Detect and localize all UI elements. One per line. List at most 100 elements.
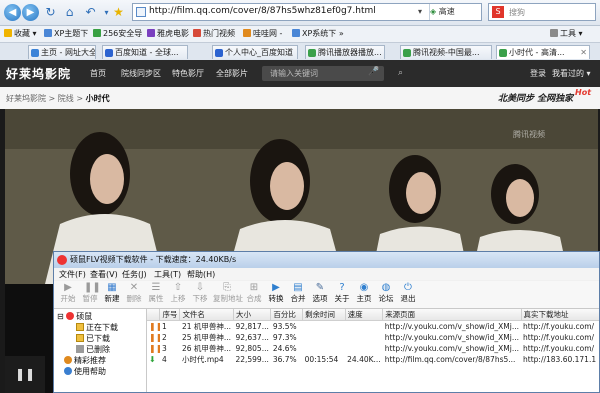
browser-search-box[interactable]: S 搜狗 xyxy=(488,3,596,21)
start-button[interactable]: ▶ 开始 xyxy=(57,282,79,307)
address-bar[interactable]: http://film.qq.com/cover/8/87hs5whz81ef0… xyxy=(132,3,482,21)
table-row[interactable]: ⬇ 4 小时代.mp4 22,599... 36.7% 00:15:54 24.… xyxy=(147,354,599,365)
col-index[interactable]: 序号 xyxy=(159,309,181,321)
new-task-button[interactable]: ▦ 新建 xyxy=(101,282,123,307)
paused-icon: ❚❚ xyxy=(149,333,160,342)
recommend-icon xyxy=(64,356,72,364)
col-size[interactable]: 大小 xyxy=(233,309,272,321)
folder-icon xyxy=(76,334,84,342)
cell-speed xyxy=(345,332,383,343)
bookmark-item[interactable]: 雅虎电影 xyxy=(147,28,189,40)
downloader-titlebar[interactable]: 硕鼠FLV视频下载软件 - 下载速度：24.40KB/s xyxy=(54,252,599,268)
tree-downloading[interactable]: 正在下载 xyxy=(76,322,118,333)
col-source[interactable]: 来源页面 xyxy=(382,309,522,321)
site-search-input[interactable]: 请输入关键词 🎤 xyxy=(262,66,384,81)
breadcrumb-section[interactable]: 院线 xyxy=(58,94,74,103)
col-real-url[interactable]: 真实下载地址 xyxy=(521,309,599,321)
pause-task-button[interactable]: ❚❚ 暂停 xyxy=(79,282,101,307)
tree-downloaded[interactable]: 已下载 xyxy=(76,333,110,344)
star-icon[interactable]: ★ xyxy=(110,4,127,21)
app-icon xyxy=(57,255,67,265)
address-dropdown-icon[interactable]: ▾ xyxy=(413,4,427,20)
bookmark-label: 雅虎电影 xyxy=(157,29,189,38)
bookmark-item[interactable]: 哇哇网 - xyxy=(243,28,282,40)
homepage-button[interactable]: ◉ 主页 xyxy=(353,282,375,307)
cell-source: http://film.qq.com/cover/8/87hs5... xyxy=(384,355,516,364)
convert-label: 转换 xyxy=(268,294,284,303)
nav-theater-sync[interactable]: 院线同步区 xyxy=(121,68,161,79)
menu-task[interactable]: 任务(J) xyxy=(122,269,147,280)
menu-file[interactable]: 文件(F) xyxy=(59,269,86,280)
tab-label: 腾讯视频-中国最... xyxy=(413,48,480,57)
tools-menu[interactable]: 工具 ▾ xyxy=(550,28,583,40)
table-row[interactable]: ❚❚ 3 26 机甲兽神... 92,805... 24.6% http://v… xyxy=(147,343,599,354)
undo-icon[interactable]: ↶ xyxy=(82,4,99,21)
pause-button[interactable]: ❚❚ xyxy=(5,356,45,393)
cell-remaining xyxy=(303,332,346,343)
copy-url-icon: ⎘ xyxy=(223,282,231,293)
nav-featured[interactable]: 特色影厅 xyxy=(172,68,204,79)
copy-url-button[interactable]: ⎘ 复制地址 xyxy=(213,282,243,307)
history-menu[interactable]: 我看过的 ▾ xyxy=(552,68,591,79)
menu-help[interactable]: 帮助(H) xyxy=(187,269,215,280)
bookmark-item[interactable]: XP系统下 » xyxy=(292,28,344,40)
col-percent[interactable]: 百分比 xyxy=(270,309,304,321)
options-button[interactable]: ✎ 选项 xyxy=(309,282,331,307)
menu-tools[interactable]: 工具(T) xyxy=(154,269,181,280)
tree-deleted-label: 已删除 xyxy=(86,345,110,354)
col-remaining[interactable]: 剩余时间 xyxy=(302,309,346,321)
tab[interactable]: 腾讯视频-中国最... xyxy=(400,45,492,59)
bookmark-item[interactable]: XP主题下 xyxy=(44,28,88,40)
tree-root[interactable]: ⊟ 硕鼠 xyxy=(57,311,92,322)
tab-close-icon[interactable]: ✕ xyxy=(580,46,587,59)
table-row[interactable]: ❚❚ 2 25 机甲兽神... 92,637... 97.3% http://v… xyxy=(147,332,599,343)
combine-button[interactable]: ▤ 合并 xyxy=(287,282,309,307)
tab[interactable]: 个人中心_百度知道 xyxy=(212,45,298,59)
tree-help[interactable]: 使用帮助 xyxy=(64,366,106,377)
exit-button[interactable]: ⏻ 退出 xyxy=(397,282,419,307)
convert-button[interactable]: ▶ 转换 xyxy=(265,282,287,307)
properties-button[interactable]: ☰ 属性 xyxy=(145,282,167,307)
site-logo[interactable]: 好莱坞影院 xyxy=(6,65,71,82)
tab-favicon-icon xyxy=(105,49,113,57)
col-status[interactable] xyxy=(147,309,161,321)
tree-deleted[interactable]: 已删除 xyxy=(76,344,110,355)
cell-source: http://v.youku.com/v_show/id_XMj... xyxy=(384,344,520,353)
tab[interactable]: 百度知道 - 全球... xyxy=(102,45,188,59)
cell-percent: 36.7% xyxy=(272,355,297,364)
tab[interactable]: 主页 - 网址大全 xyxy=(28,45,96,59)
nav-home[interactable]: 首页 xyxy=(90,68,106,79)
search-icon[interactable]: ⌕ xyxy=(398,68,403,78)
menu-view[interactable]: 查看(V) xyxy=(90,269,118,280)
cell-source: http://v.youku.com/v_show/id_XMj... xyxy=(384,333,520,342)
nav-all-movies[interactable]: 全部影片 xyxy=(216,68,248,79)
tree-recommend[interactable]: 精彩推荐 xyxy=(64,355,106,366)
home-icon[interactable]: ⌂ xyxy=(61,4,78,21)
breadcrumb-home[interactable]: 好莱坞影院 xyxy=(6,94,46,103)
microphone-icon[interactable]: 🎤 xyxy=(368,67,379,77)
move-down-button[interactable]: ⇩ 下移 xyxy=(189,282,211,307)
favorites-button[interactable]: 收藏 ▾ xyxy=(4,28,37,40)
forward-icon[interactable]: ▶ xyxy=(22,4,39,21)
category-tree: ⊟ 硕鼠 正在下载 已下载 已删除 精彩推荐 使用帮助 xyxy=(54,309,147,392)
bookmark-item[interactable]: 256安全导 xyxy=(93,28,142,40)
bookmark-icon xyxy=(147,29,155,37)
about-label: 关于 xyxy=(334,294,350,303)
go-button[interactable]: ◈ 高速 xyxy=(429,4,482,20)
tab-active[interactable]: 小时代 - 高清... ✕ xyxy=(496,45,590,59)
about-button[interactable]: ? 关于 xyxy=(331,282,353,307)
delete-button[interactable]: ✕ 删除 xyxy=(123,282,145,307)
back-icon[interactable]: ◀ xyxy=(4,4,21,21)
move-up-button[interactable]: ⇧ 上移 xyxy=(167,282,189,307)
refresh-icon[interactable]: ↻ xyxy=(42,4,59,21)
col-filename[interactable]: 文件名 xyxy=(179,309,234,321)
col-speed[interactable]: 速度 xyxy=(345,309,384,321)
compose-button[interactable]: ⊞ 合成 xyxy=(243,282,265,307)
breadcrumb-separator: > xyxy=(73,94,86,103)
table-row[interactable]: ❚❚ 1 21 机甲兽神... 92,817... 93.5% http://v… xyxy=(147,321,599,333)
combine-label: 合并 xyxy=(290,294,306,303)
login-link[interactable]: 登录 xyxy=(530,68,546,79)
bookmark-item[interactable]: 热门视频 xyxy=(193,28,235,40)
tab[interactable]: 腾讯播放器播放... xyxy=(305,45,385,59)
forum-button[interactable]: ◍ 论坛 xyxy=(375,282,397,307)
